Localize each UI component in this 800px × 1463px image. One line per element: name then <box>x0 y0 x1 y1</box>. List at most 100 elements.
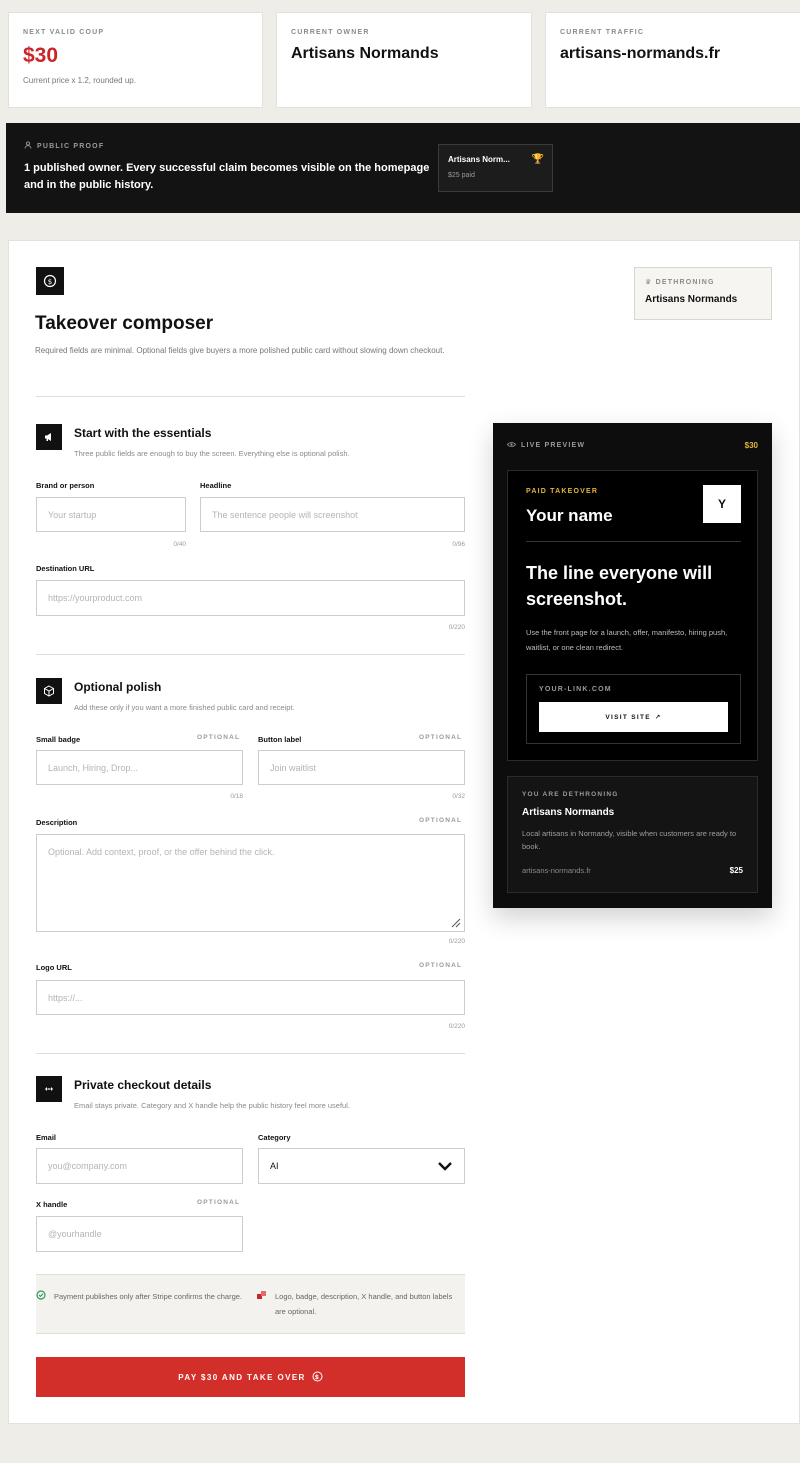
checkout-title: Private checkout details <box>74 1078 212 1092</box>
x-handle-input[interactable] <box>36 1216 243 1252</box>
owner-chip-sub: $25 paid <box>448 172 475 179</box>
dethroning-label: ♛ DETHRONING <box>645 279 715 286</box>
cube-icon <box>36 678 62 704</box>
logo-url-input[interactable] <box>36 980 465 1015</box>
category-select[interactable]: AI <box>258 1148 465 1184</box>
stat-next-valid-coup: NEXT VALID COUP $30 Current price x 1.2,… <box>8 12 263 108</box>
essentials-title: Start with the essentials <box>74 426 212 440</box>
paid-tag: PAID TAKEOVER <box>526 488 599 495</box>
email-input[interactable] <box>36 1148 243 1184</box>
composer-intro: Required fields are minimal. Optional fi… <box>35 346 445 355</box>
brand-label: Brand or person <box>36 481 95 490</box>
coin-icon: $ <box>312 1371 323 1384</box>
public-proof-message: 1 published owner. Every successful clai… <box>24 162 430 191</box>
optional-tag: OPTIONAL <box>419 817 463 824</box>
category-label: Category <box>258 1133 291 1142</box>
stat-current-traffic: CURRENT TRAFFIC artisans-normands.fr <box>545 12 800 108</box>
divider <box>36 1053 465 1054</box>
preview-name: Your name <box>526 506 613 525</box>
email-label: Email <box>36 1133 57 1142</box>
optional-tag: OPTIONAL <box>197 1199 241 1206</box>
visit-site-label: VISIT SITE <box>605 713 651 721</box>
crown-icon: ♛ <box>645 279 653 286</box>
user-icon <box>24 141 32 151</box>
dethroning-badge: ♛ DETHRONING Artisans Normands <box>634 267 772 320</box>
preview-logo: Y <box>703 485 741 523</box>
dethroning-card-label: YOU ARE DETHRONING <box>522 791 619 798</box>
optional-title: Optional polish <box>74 680 162 694</box>
pay-and-take-over-button[interactable]: PAY $30 AND TAKE OVER $ <box>36 1357 465 1397</box>
eye-icon <box>507 441 516 450</box>
badge-label: Small badge <box>36 735 81 744</box>
preview-headline: The line everyone will screenshot. <box>526 563 713 609</box>
essentials-sub: Three public fields are enough to buy th… <box>74 449 350 458</box>
button-count: 0/32 <box>452 793 465 800</box>
owner-chip[interactable]: Artisans Norm... $25 paid 🏆 <box>438 144 553 192</box>
brand-count: 0/40 <box>173 541 186 548</box>
logo-url-label: Logo URL <box>36 963 72 972</box>
description-label: Description <box>36 818 78 827</box>
stat-sub: Current price x 1.2, rounded up. <box>23 76 136 85</box>
shield-check-icon <box>36 1290 46 1303</box>
badge-input[interactable] <box>36 750 243 785</box>
stat-label: CURRENT OWNER <box>291 29 370 36</box>
note-optional: Logo, badge, description, X handle, and … <box>275 1292 453 1316</box>
stat-label: CURRENT TRAFFIC <box>560 29 645 36</box>
headline-input[interactable] <box>200 497 465 532</box>
button-label-input[interactable] <box>258 750 465 785</box>
description-count: 0/220 <box>448 938 465 945</box>
preview-link-box: YOUR-LINK.COM VISIT SITE ↗ <box>526 674 741 744</box>
stat-value: artisans-normands.fr <box>560 45 721 62</box>
trophy-icon: 🏆 <box>531 154 544 165</box>
stat-value: $30 <box>23 44 59 67</box>
logo-count: 0/220 <box>448 1023 465 1030</box>
dethroning-card-name: Artisans Normands <box>522 807 615 818</box>
preview-domain: YOUR-LINK.COM <box>539 686 612 693</box>
stat-current-owner: CURRENT OWNER Artisans Normands <box>276 12 532 108</box>
chevron-down-icon <box>437 1158 453 1174</box>
checkout-notes: Payment publishes only after Stripe conf… <box>36 1274 465 1334</box>
public-proof-bar: PUBLIC PROOF 1 published owner. Every su… <box>6 123 800 213</box>
brand-input[interactable] <box>36 497 186 532</box>
lock-icon <box>36 1076 62 1102</box>
stat-value: Artisans Normands <box>291 45 439 62</box>
optional-tag: OPTIONAL <box>419 734 463 741</box>
description-textarea[interactable] <box>36 834 465 932</box>
composer-title: Takeover composer <box>35 313 214 334</box>
category-value: AI <box>270 1161 279 1171</box>
resize-handle-icon[interactable] <box>449 915 461 928</box>
x-handle-label: X handle <box>36 1200 68 1209</box>
live-preview-label-text: LIVE PREVIEW <box>521 442 586 449</box>
divider <box>36 396 465 397</box>
live-preview: LIVE PREVIEW $30 PAID TAKEOVER Your name… <box>493 423 772 908</box>
button-label-label: Button label <box>258 735 302 744</box>
preview-description: Use the front page for a launch, offer, … <box>526 628 728 652</box>
dethroning-card-price: $25 <box>729 866 743 875</box>
megaphone-icon <box>36 424 62 450</box>
owner-chip-title: Artisans Norm... <box>448 155 510 164</box>
headline-label: Headline <box>200 481 232 490</box>
sparkle-icon <box>256 1290 267 1304</box>
url-count: 0/220 <box>448 624 465 631</box>
takeover-card: PAID TAKEOVER Your name Y The line every… <box>507 470 758 761</box>
public-proof-label: PUBLIC PROOF <box>24 141 104 151</box>
pay-button-label: PAY $30 AND TAKE OVER <box>178 1372 306 1382</box>
visit-site-button[interactable]: VISIT SITE ↗ <box>539 702 728 732</box>
checkout-sub: Email stays private. Category and X hand… <box>74 1101 350 1110</box>
svg-text:$: $ <box>314 1374 320 1381</box>
badge-count: 0/18 <box>230 793 243 800</box>
stat-label: NEXT VALID COUP <box>23 29 105 36</box>
dethroning-card-desc: Local artisans in Normandy, visible when… <box>522 829 737 851</box>
dethroning-card-url: artisans-normands.fr <box>522 866 591 875</box>
destination-url-input[interactable] <box>36 580 465 616</box>
divider <box>526 541 741 542</box>
preview-price: $30 <box>744 441 758 450</box>
divider <box>36 654 465 655</box>
dethroning-card: YOU ARE DETHRONING Artisans Normands Loc… <box>507 776 758 893</box>
dethroning-value: Artisans Normands <box>645 294 738 305</box>
public-proof-label-text: PUBLIC PROOF <box>37 142 105 150</box>
live-preview-label: LIVE PREVIEW <box>507 441 585 450</box>
headline-count: 0/96 <box>452 541 465 548</box>
coin-icon: $ <box>36 267 64 295</box>
optional-tag: OPTIONAL <box>419 962 463 969</box>
